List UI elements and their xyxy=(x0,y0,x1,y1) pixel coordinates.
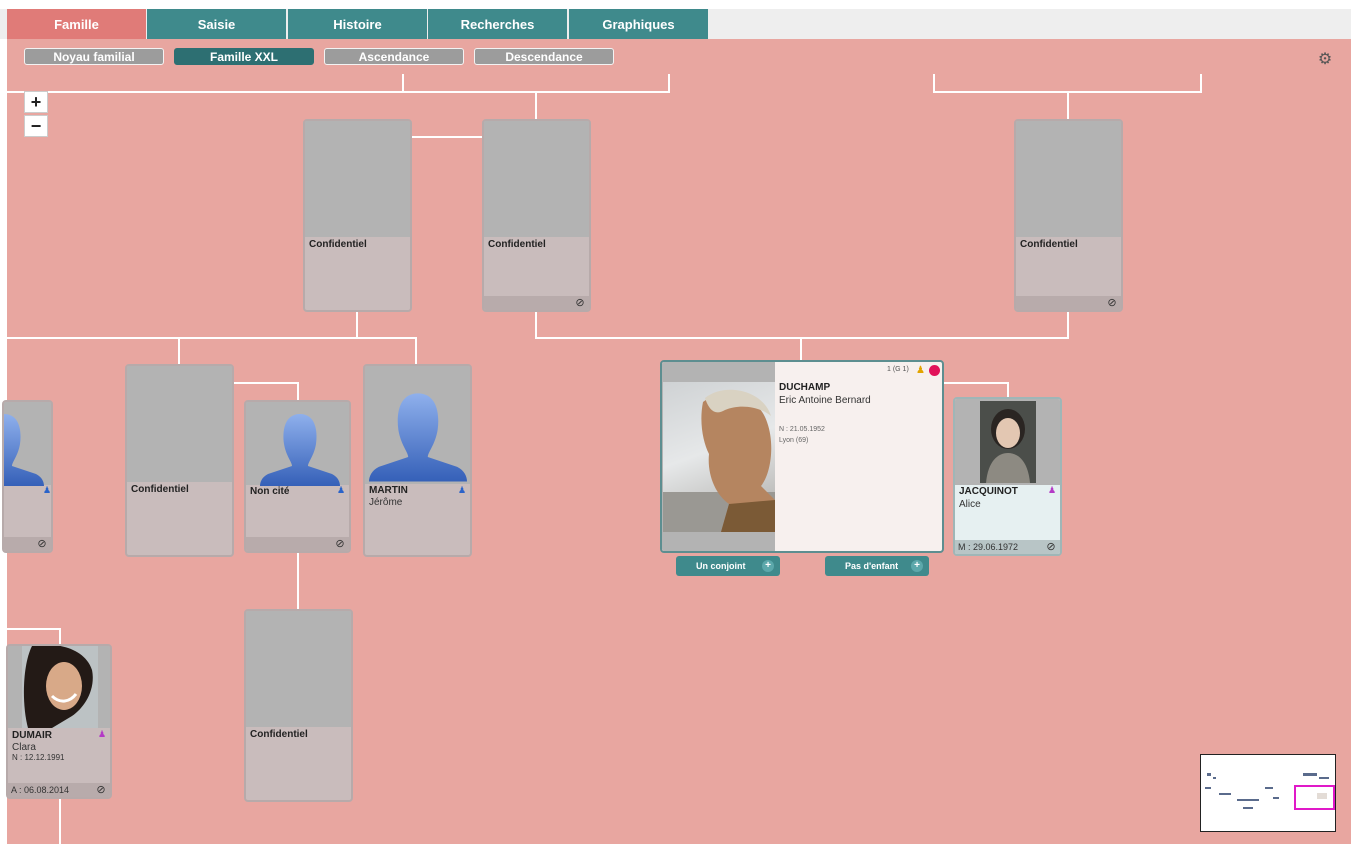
person-card-confidentiel[interactable]: Confidentiel ⊘ xyxy=(1014,119,1123,312)
tab-graphiques[interactable]: Graphiques xyxy=(569,9,708,39)
person-name: Confidentiel xyxy=(309,239,367,250)
person-card-confidentiel[interactable]: Confidentiel xyxy=(125,364,234,557)
person-card-confidentiel[interactable]: Confidentiel xyxy=(244,609,353,802)
male-silhouette xyxy=(4,414,44,486)
photo-placeholder xyxy=(1016,121,1121,237)
link-icon[interactable]: ⊘ xyxy=(574,297,586,309)
minimap-viewport[interactable] xyxy=(1294,785,1335,810)
male-person-icon: ♟ xyxy=(43,485,52,495)
person-name: Confidentiel xyxy=(1020,239,1078,250)
person-name: DUCHAMP xyxy=(779,382,831,393)
photo-placeholder xyxy=(8,646,110,728)
add-child-label: Pas d'enfant xyxy=(845,561,899,571)
female-person-icon: ♟ xyxy=(98,729,107,739)
subtab-noyau-familial[interactable]: Noyau familial xyxy=(24,48,164,65)
person-card-confidentiel[interactable]: Confidentiel xyxy=(303,119,412,312)
male-silhouette xyxy=(369,393,467,482)
photo-placeholder xyxy=(955,399,1060,485)
zoom-out-button[interactable]: − xyxy=(24,115,48,137)
birth-date: N : 12.12.1991 xyxy=(12,753,65,762)
main-person-photo xyxy=(663,382,775,532)
female-person-icon: ♟ xyxy=(1048,485,1057,495)
add-spouse-label: Un conjoint xyxy=(696,561,746,571)
link-icon[interactable]: ⊘ xyxy=(1045,541,1057,553)
photo-placeholder xyxy=(246,611,351,727)
photo-placeholder xyxy=(127,366,232,482)
person-given-names: Eric Antoine Bernard xyxy=(779,395,871,406)
person-given-names: Clara xyxy=(12,742,36,753)
link-icon[interactable]: ⊘ xyxy=(1106,297,1118,309)
male-person-icon: ♟ xyxy=(458,485,467,495)
subtab-famille-xxl[interactable]: Famille XXL xyxy=(174,48,314,65)
person-card-martin[interactable]: MARTIN Jérôme ♟ xyxy=(363,364,472,557)
person-given-names: Alice xyxy=(959,499,981,510)
person-card-non-cite[interactable]: Non cité ♟ ⊘ xyxy=(244,400,351,553)
photo-placeholder xyxy=(305,121,410,237)
add-child-button[interactable]: Pas d'enfant + xyxy=(825,556,929,576)
subtab-descendance[interactable]: Descendance xyxy=(474,48,614,65)
link-icon[interactable]: ⊘ xyxy=(36,538,48,550)
user-icon: ♟ xyxy=(916,365,925,376)
status-dot xyxy=(929,365,940,376)
generation-badge: 1 (G 1) xyxy=(887,366,909,373)
link-icon[interactable]: ⊘ xyxy=(334,538,346,550)
plus-icon: + xyxy=(762,560,774,572)
male-person-icon: ♟ xyxy=(337,485,346,495)
male-silhouette xyxy=(260,414,340,486)
person-name: Confidentiel xyxy=(250,729,308,740)
portrait-image xyxy=(980,401,1036,483)
person-card-dumair[interactable]: DUMAIR Clara N : 12.12.1991 ♟ A : 06.08.… xyxy=(6,644,112,799)
link-icon[interactable]: ⊘ xyxy=(95,784,107,796)
tab-famille[interactable]: Famille xyxy=(7,9,146,39)
person-name: Confidentiel xyxy=(488,239,546,250)
person-given-names: Jérôme xyxy=(369,497,403,508)
person-name: JACQUINOT xyxy=(959,486,1018,497)
zoom-in-button[interactable]: + xyxy=(24,91,48,113)
portrait-image xyxy=(663,389,775,532)
birth-place: Lyon (69) xyxy=(779,437,809,444)
person-name: DUMAIR xyxy=(12,730,52,741)
birth-date: N : 21.05.1952 xyxy=(779,426,825,433)
plus-icon: + xyxy=(911,560,923,572)
person-name: MARTIN xyxy=(369,485,408,496)
person-name: Confidentiel xyxy=(131,484,189,495)
person-card-confidentiel[interactable]: Confidentiel ⊘ xyxy=(482,119,591,312)
tab-saisie[interactable]: Saisie xyxy=(147,9,286,39)
photo-placeholder xyxy=(246,402,349,486)
top-tab-bar: Famille Saisie Histoire Recherches Graph… xyxy=(0,9,1351,39)
main-person-card[interactable]: 1 (G 1) ♟ DUCHAMP Eric Antoine Bernard N… xyxy=(660,360,944,553)
person-card-partial[interactable]: ♟ ⊘ xyxy=(2,400,53,553)
photo-placeholder xyxy=(365,366,470,484)
tree-minimap[interactable] xyxy=(1200,754,1336,832)
tab-recherches[interactable]: Recherches xyxy=(428,9,567,39)
photo-placeholder xyxy=(4,402,51,486)
gear-icon[interactable]: ⚙ xyxy=(1316,51,1334,69)
subtab-ascendance[interactable]: Ascendance xyxy=(324,48,464,65)
portrait-image xyxy=(22,646,98,728)
add-spouse-button[interactable]: Un conjoint + xyxy=(676,556,780,576)
tab-histoire[interactable]: Histoire xyxy=(288,9,427,39)
photo-placeholder xyxy=(484,121,589,237)
person-name: Non cité xyxy=(250,486,290,497)
person-card-jacquinot[interactable]: JACQUINOT Alice ♟ M : 29.06.1972 ⊘ xyxy=(953,397,1062,556)
